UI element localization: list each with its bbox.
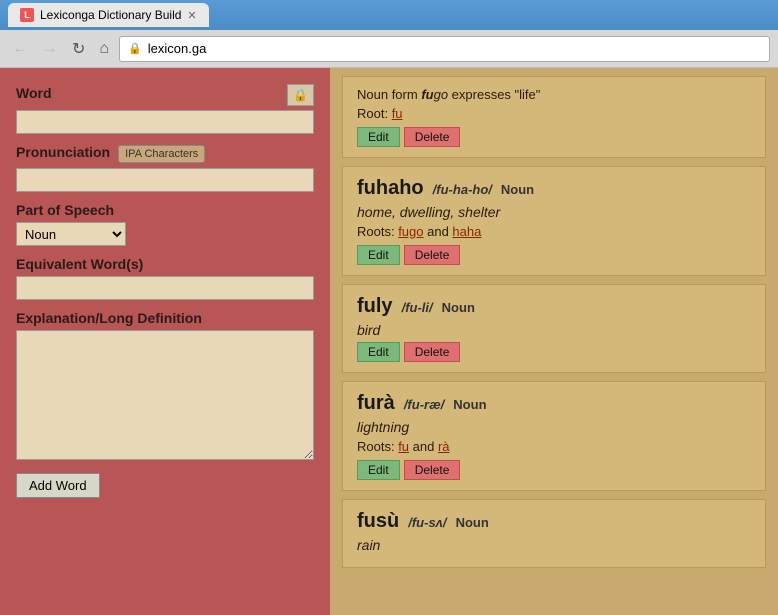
left-panel: Word 🔒 Pronunciation IPA Characters Part…: [0, 68, 330, 615]
right-panel: Noun form fugo expresses "life" Root: fu…: [330, 68, 778, 615]
button-row: Edit Delete: [357, 127, 751, 147]
word-row: Word 🔒: [16, 84, 314, 106]
entry-definition: bird: [357, 322, 751, 338]
edit-button[interactable]: Edit: [357, 127, 400, 147]
root-link-fu[interactable]: fu: [398, 439, 409, 454]
root-link-fu[interactable]: fu: [392, 106, 403, 121]
tab-label: Lexiconga Dictionary Build: [40, 8, 181, 22]
button-row: Edit Delete: [357, 342, 751, 362]
entry-word: furà: [357, 392, 395, 414]
pronunciation-label: Pronunciation: [16, 144, 110, 160]
entry-header: fusù /fu-sʌ/ Noun: [357, 510, 751, 533]
root-link-ra[interactable]: rà: [438, 439, 450, 454]
tab-close-button[interactable]: ✕: [187, 9, 196, 22]
dict-entry-fura: furà /fu-ræ/ Noun lightning Roots: fu an…: [342, 381, 766, 491]
equivalent-label: Equivalent Word(s): [16, 256, 314, 272]
delete-button[interactable]: Delete: [404, 342, 461, 362]
entry-roots: Root: fu: [357, 106, 751, 121]
entry-definition: rain: [357, 537, 751, 553]
back-button[interactable]: ←: [8, 38, 32, 60]
entry-note: Noun form fugo expresses "life": [357, 87, 751, 102]
address-icon: 🔒: [128, 42, 142, 55]
dict-entry-fuhaho: fuhaho /fu-ha-ho/ Noun home, dwelling, s…: [342, 166, 766, 276]
word-label: Word: [16, 85, 52, 101]
dict-entry-fusu: fusù /fu-sʌ/ Noun rain: [342, 499, 766, 568]
dict-entry-top: Noun form fugo expresses "life" Root: fu…: [342, 76, 766, 158]
delete-button[interactable]: Delete: [404, 245, 461, 265]
entry-pronunciation: /fu-li/: [402, 300, 433, 315]
pronunciation-input[interactable]: [16, 168, 314, 192]
lock-button[interactable]: 🔒: [287, 84, 314, 106]
entry-pos: Noun: [456, 515, 489, 530]
main-layout: Word 🔒 Pronunciation IPA Characters Part…: [0, 68, 778, 615]
root-link-fugo[interactable]: fugo: [398, 224, 423, 239]
part-of-speech-label: Part of Speech: [16, 202, 314, 218]
entry-word: fuhaho: [357, 177, 424, 199]
explanation-label: Explanation/Long Definition: [16, 310, 314, 326]
button-row: Edit Delete: [357, 460, 751, 480]
entry-word: fusù: [357, 510, 399, 532]
edit-button[interactable]: Edit: [357, 245, 400, 265]
entry-pronunciation: /fu-sʌ/: [408, 515, 446, 530]
forward-button[interactable]: →: [38, 38, 62, 60]
entry-word: fuly: [357, 295, 393, 317]
url-text: lexicon.ga: [148, 41, 207, 56]
entry-header: fuly /fu-li/ Noun: [357, 295, 751, 318]
button-row: Edit Delete: [357, 245, 751, 265]
browser-toolbar: ← → ↻ ⌂ 🔒 lexicon.ga: [0, 30, 778, 68]
edit-button[interactable]: Edit: [357, 342, 400, 362]
tab-favicon: L: [20, 8, 34, 22]
browser-chrome: L Lexiconga Dictionary Build ✕: [0, 0, 778, 30]
entry-pos: Noun: [501, 182, 534, 197]
entry-pronunciation: /fu-ha-ho/: [433, 182, 492, 197]
home-button[interactable]: ⌂: [95, 38, 113, 60]
equivalent-input[interactable]: [16, 276, 314, 300]
edit-button[interactable]: Edit: [357, 460, 400, 480]
browser-tab[interactable]: L Lexiconga Dictionary Build ✕: [8, 3, 209, 27]
entry-roots: Roots: fugo and haha: [357, 224, 751, 239]
entry-pos: Noun: [442, 300, 475, 315]
reload-button[interactable]: ↻: [68, 37, 89, 61]
dict-entry-fuly: fuly /fu-li/ Noun bird Edit Delete: [342, 284, 766, 373]
entry-roots: Roots: fu and rà: [357, 439, 751, 454]
explanation-textarea[interactable]: [16, 330, 314, 460]
part-of-speech-select[interactable]: Noun Verb Adjective Adverb Pronoun Prepo…: [16, 222, 126, 246]
delete-button[interactable]: Delete: [404, 460, 461, 480]
root-link-haha[interactable]: haha: [452, 224, 481, 239]
delete-button[interactable]: Delete: [404, 127, 461, 147]
entry-pronunciation: /fu-ræ/: [404, 397, 444, 412]
pronunciation-row: Pronunciation IPA Characters: [16, 144, 314, 164]
add-word-button[interactable]: Add Word: [16, 473, 100, 498]
address-bar[interactable]: 🔒 lexicon.ga: [119, 36, 770, 62]
entry-header: fuhaho /fu-ha-ho/ Noun: [357, 177, 751, 200]
entry-header: furà /fu-ræ/ Noun: [357, 392, 751, 415]
entry-definition: home, dwelling, shelter: [357, 204, 751, 220]
entry-definition: lightning: [357, 419, 751, 435]
word-input[interactable]: [16, 110, 314, 134]
entry-pos: Noun: [453, 397, 486, 412]
ipa-characters-button[interactable]: IPA Characters: [118, 145, 205, 163]
